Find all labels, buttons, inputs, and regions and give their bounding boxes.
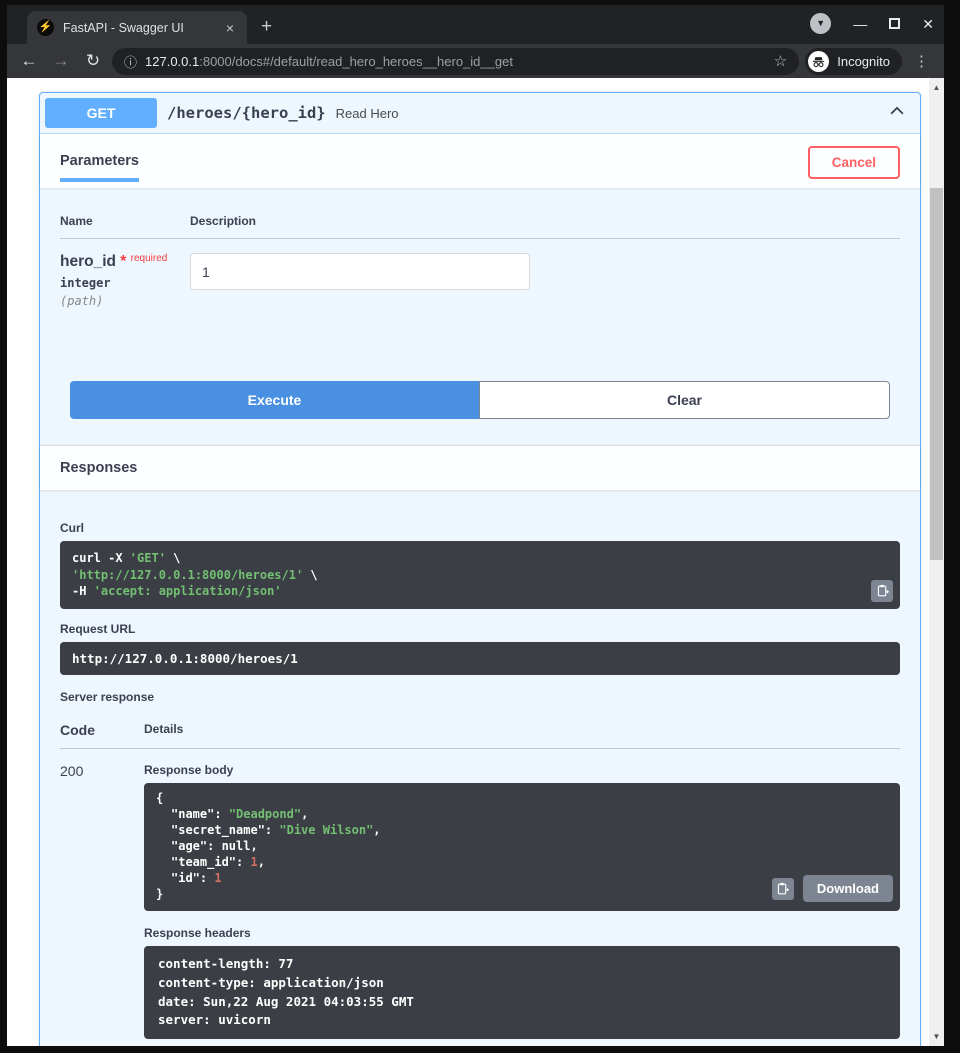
status-code: 200 — [60, 763, 144, 1044]
curl-label: Curl — [60, 521, 900, 535]
forward-icon[interactable]: → — [48, 51, 74, 71]
opblock-get: GET /heroes/{hero_id} Read Hero Paramete… — [39, 92, 921, 1046]
documented-responses: Responses Code Description Links 200 No … — [60, 1043, 900, 1046]
url-bar[interactable]: ⓘ 127.0.0.1:8000/docs#/default/read_hero… — [112, 48, 799, 75]
execute-button[interactable]: Execute — [70, 381, 479, 419]
server-response-label: Server response — [60, 690, 900, 704]
method-badge: GET — [45, 98, 157, 128]
copy-response-button[interactable] — [772, 878, 794, 900]
bookmark-star-icon[interactable]: ☆ — [774, 52, 787, 70]
opblock-summary[interactable]: GET /heroes/{hero_id} Read Hero — [40, 93, 920, 134]
responses-section-header: Responses — [40, 445, 920, 490]
endpoint-path: /heroes/{hero_id} — [167, 104, 326, 122]
browser-window: ⚡ FastAPI - Swagger UI × + ▼ — ✕ ← → ↻ ⓘ… — [7, 5, 944, 1046]
endpoint-summary: Read Hero — [336, 106, 399, 121]
curl-command: curl -X 'GET' \ 'http://127.0.0.1:8000/h… — [60, 541, 900, 609]
response-headers: content-length: 77 content-type: applica… — [144, 946, 900, 1039]
browser-tab[interactable]: ⚡ FastAPI - Swagger UI × — [27, 11, 247, 44]
column-header-description: Description — [190, 214, 900, 228]
tab-strip: ⚡ FastAPI - Swagger UI × + ▼ — ✕ — [7, 5, 944, 44]
required-star: * — [120, 253, 126, 270]
server-response-table-header: Code Details — [60, 722, 900, 749]
incognito-badge: Incognito — [805, 48, 902, 75]
code-header: Code — [60, 722, 144, 738]
scroll-up-icon[interactable]: ▲ — [929, 80, 944, 95]
execute-row: Execute Clear — [40, 353, 920, 445]
request-url-label: Request URL — [60, 622, 900, 636]
browser-toolbar: ← → ↻ ⓘ 127.0.0.1:8000/docs#/default/rea… — [7, 44, 944, 78]
incognito-label: Incognito — [837, 54, 890, 69]
request-url-value: http://127.0.0.1:8000/heroes/1 — [60, 642, 900, 675]
swagger-content: GET /heroes/{hero_id} Read Hero Paramete… — [7, 78, 929, 1046]
close-window-button[interactable]: ✕ — [922, 17, 934, 31]
url-text: 127.0.0.1:8000/docs#/default/read_hero_h… — [145, 54, 766, 69]
back-icon[interactable]: ← — [16, 51, 42, 71]
copy-curl-button[interactable] — [871, 580, 893, 602]
tab-title: FastAPI - Swagger UI — [63, 21, 214, 35]
page: GET /heroes/{hero_id} Read Hero Paramete… — [7, 78, 944, 1046]
parameter-type: integer — [60, 276, 190, 290]
response-body: { "name": "Deadpond", "secret_name": "Di… — [144, 783, 900, 912]
incognito-icon — [808, 51, 829, 72]
parameters-header: Parameters Cancel — [40, 134, 920, 188]
parameter-name: hero_id * required — [60, 253, 190, 271]
scrollbar-thumb[interactable] — [930, 188, 943, 560]
response-body-label: Response body — [144, 763, 900, 777]
scroll-down-icon[interactable]: ▼ — [929, 1029, 944, 1044]
responses-inner: Curl curl -X 'GET' \ 'http://127.0.0.1:8… — [40, 490, 920, 1046]
parameter-row: hero_id * required integer (path) — [60, 239, 900, 343]
parameters-table: Name Description hero_id * required inte… — [40, 188, 920, 353]
minimize-button[interactable]: — — [853, 17, 867, 31]
responses-title: Responses — [60, 460, 900, 476]
server-response-row: 200 Response body { "name": "Deadpond", … — [60, 749, 900, 1044]
hero-id-input[interactable] — [190, 253, 530, 290]
tab-parameters[interactable]: Parameters — [60, 153, 139, 182]
details-header: Details — [144, 722, 900, 738]
fastapi-favicon-icon: ⚡ — [37, 19, 54, 36]
cancel-button[interactable]: Cancel — [808, 146, 900, 179]
parameter-location: (path) — [60, 294, 190, 308]
url-host: 127.0.0.1 — [145, 54, 199, 69]
browser-menu-icon[interactable]: ⋮ — [908, 52, 935, 70]
required-label: required — [131, 253, 168, 264]
site-info-icon[interactable]: ⓘ — [124, 52, 137, 71]
response-headers-label: Response headers — [144, 926, 900, 940]
column-header-name: Name — [60, 214, 190, 228]
tab-close-icon[interactable]: × — [223, 20, 237, 36]
url-path: :8000/docs#/default/read_hero_heroes__he… — [199, 54, 513, 69]
maximize-button[interactable] — [889, 18, 900, 29]
download-button[interactable]: Download — [803, 875, 893, 902]
reload-icon[interactable]: ↻ — [80, 51, 106, 71]
page-scrollbar[interactable]: ▲ ▼ — [929, 78, 944, 1046]
collapse-chevron-icon[interactable] — [888, 102, 906, 125]
tab-search-icon[interactable]: ▼ — [810, 13, 831, 34]
clear-button[interactable]: Clear — [479, 381, 890, 419]
new-tab-button[interactable]: + — [261, 16, 272, 38]
